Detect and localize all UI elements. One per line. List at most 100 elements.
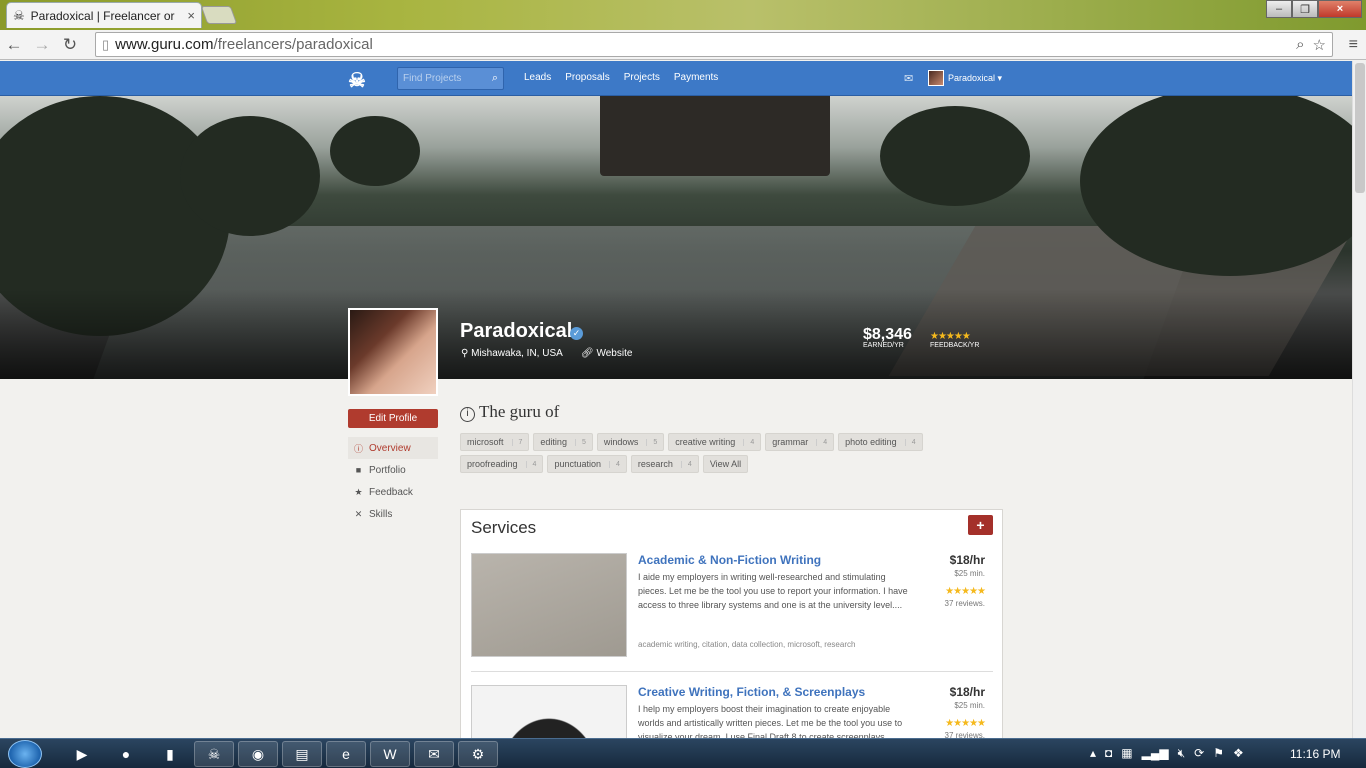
guru-logo-icon[interactable]: ☠	[348, 68, 366, 93]
browser-titlebar: ☠ Paradoxical | Freelancer or × – ❐ ×	[0, 0, 1366, 30]
skill-tag[interactable]: proofreading 4	[460, 455, 544, 473]
system-tray: ▴ ◘ ▦ ▂▄▆ 🔇︎ ⟳ ⚑ ❖	[1090, 746, 1244, 761]
taskbar-clock[interactable]: 11:16 PM	[1290, 747, 1340, 761]
skill-tag[interactable]: punctuation 4	[547, 455, 627, 473]
guru-app-icon[interactable]: ☠	[194, 741, 234, 767]
browser-toolbar: ← → ↻ ▯ www.guru.com/freelancers/paradox…	[0, 30, 1366, 60]
forward-button[interactable]: →	[28, 35, 56, 55]
device-icon[interactable]: ▮	[150, 741, 190, 767]
dropbox-icon[interactable]: ❖	[1233, 746, 1244, 761]
guru-favicon-icon: ☠	[13, 7, 25, 23]
profile-website-link[interactable]: 🔗︎ Website	[581, 348, 632, 359]
service-title-link[interactable]: Creative Writing, Fiction, & Screenplays	[638, 685, 865, 699]
back-button[interactable]: ←	[0, 35, 28, 55]
nav-link-proposals[interactable]: Proposals	[565, 72, 609, 83]
profile-location: ⚲ Mishawaka, IN, USA	[461, 348, 563, 359]
feedback-stat: ★★★★★ FEEDBACK/YR	[930, 331, 979, 349]
edit-profile-button[interactable]: Edit Profile	[348, 409, 438, 428]
minimize-button[interactable]: –	[1266, 0, 1292, 18]
volume-muted-icon[interactable]: 🔇︎	[1178, 746, 1186, 761]
skill-tag[interactable]: grammar 4	[765, 433, 835, 451]
profile-banner	[0, 96, 1352, 379]
service-description: I aide my employers in writing well-rese…	[638, 572, 908, 610]
service-reviews[interactable]: 37 reviews.	[945, 599, 985, 608]
scrollbar-thumb[interactable]	[1355, 63, 1365, 193]
skill-tag[interactable]: research 4	[630, 455, 699, 473]
service-item: Academic & Non-Fiction Writing I aide my…	[471, 553, 993, 673]
sidebar-item-feedback[interactable]: ★ Feedback	[348, 481, 438, 503]
close-window-button[interactable]: ×	[1318, 0, 1362, 18]
page-icon: ▯	[102, 36, 110, 52]
site-header: ☠ Find Projects ⌕ Leads Proposals Projec…	[0, 61, 1352, 96]
location-pin-icon: ⚲	[461, 348, 469, 359]
explorer-folder-icon[interactable]: ▤	[282, 741, 322, 767]
service-thumbnail[interactable]	[471, 553, 627, 657]
user-menu[interactable]: Paradoxical ▾	[948, 73, 1002, 84]
services-heading: Services	[471, 518, 537, 537]
update-icon[interactable]: ⟳	[1194, 746, 1204, 761]
sidebar-item-skills[interactable]: ✕ Skills	[348, 503, 438, 525]
reload-button[interactable]: ↻	[56, 35, 84, 55]
zoom-icon[interactable]: ⌕	[1296, 36, 1304, 54]
bookmark-star-icon[interactable]: ☆	[1313, 36, 1326, 54]
skill-tag[interactable]: photo editing 4	[838, 433, 923, 451]
media-player-icon[interactable]: ▶	[62, 741, 102, 767]
profile-photo	[348, 308, 438, 396]
service-rate: $18/hr	[949, 553, 985, 567]
service-tags: academic writing, citation, data collect…	[638, 640, 856, 649]
new-tab-button[interactable]	[200, 6, 238, 24]
skill-tag[interactable]: editing 5	[533, 433, 593, 451]
verified-badge-icon: ✓	[570, 327, 583, 340]
service-stars: ★★★★★	[945, 586, 986, 597]
browser-tab[interactable]: ☠ Paradoxical | Freelancer or ×	[6, 2, 202, 28]
find-projects-search[interactable]: Find Projects ⌕	[397, 67, 504, 90]
briefcase-icon: ■	[355, 465, 362, 475]
guru-of-heading: i The guru of	[460, 402, 559, 422]
search-icon[interactable]: ⌕	[492, 72, 498, 85]
info-icon: i	[460, 407, 475, 422]
add-service-button[interactable]: +	[968, 515, 993, 535]
maximize-button[interactable]: ❐	[1292, 0, 1318, 18]
action-center-flag-icon[interactable]: ⚑	[1213, 746, 1224, 761]
skill-tag[interactable]: creative writing 4	[668, 433, 762, 451]
link-icon: 🔗︎	[581, 348, 594, 359]
settings-app-icon[interactable]: ⚙	[458, 741, 498, 767]
service-title-link[interactable]: Academic & Non-Fiction Writing	[638, 553, 821, 567]
sidebar-item-overview[interactable]: ⓘ Overview	[348, 437, 438, 459]
info-icon: ⓘ	[353, 443, 363, 454]
network-icon[interactable]: ▂▄▆	[1142, 746, 1169, 761]
antivirus-icon[interactable]: ◘	[1105, 746, 1112, 761]
messenger-icon[interactable]: ✉	[414, 741, 454, 767]
sidebar-item-portfolio[interactable]: ■ Portfolio	[348, 459, 438, 481]
skill-tag[interactable]: windows 5	[596, 433, 665, 451]
page-scrollbar[interactable]	[1352, 61, 1366, 738]
internet-explorer-icon[interactable]: e	[326, 741, 366, 767]
start-button[interactable]	[8, 740, 42, 768]
clipboard-icon[interactable]: ▦	[1121, 746, 1132, 761]
user-avatar[interactable]	[928, 70, 944, 86]
tray-expand-icon[interactable]: ▴	[1090, 746, 1096, 761]
skill-tags: microsoft 7 editing 5 windows 5 creative wr…	[460, 433, 980, 473]
nav-link-payments[interactable]: Payments	[674, 72, 718, 83]
service-rate: $18/hr	[949, 685, 985, 699]
earned-stat: $8,346 EARNED/YR	[863, 326, 912, 349]
app-icon[interactable]: ●	[106, 741, 146, 767]
tab-title: Paradoxical | Freelancer or	[30, 8, 175, 23]
chrome-icon[interactable]: ◉	[238, 741, 278, 767]
address-bar[interactable]: ▯ www.guru.com/freelancers/paradoxical ⌕…	[95, 32, 1333, 57]
view-all-tags-button[interactable]: View All	[702, 455, 749, 473]
service-min: $25 min.	[954, 569, 985, 578]
search-placeholder: Find Projects	[403, 73, 462, 84]
nav-link-projects[interactable]: Projects	[624, 72, 660, 83]
url-text: www.guru.com/freelancers/paradoxical	[115, 36, 373, 53]
nav-link-leads[interactable]: Leads	[524, 72, 551, 83]
services-panel: Services + Academic & Non-Fiction Writin…	[460, 509, 1003, 768]
close-tab-icon[interactable]: ×	[187, 8, 195, 23]
feedback-stars: ★★★★★	[930, 331, 971, 342]
mail-icon[interactable]: ✉	[904, 72, 913, 85]
word-icon[interactable]: W	[370, 741, 410, 767]
skill-tag[interactable]: microsoft 7	[460, 433, 530, 451]
windows-taskbar: ▶ ● ▮ ☠ ◉ ▤ e W ✉ ⚙ ▴ ◘ ▦ ▂▄▆ 🔇︎ ⟳ ⚑ ❖ 1…	[0, 738, 1366, 768]
feedback-label: FEEDBACK/YR	[930, 342, 980, 349]
chrome-menu-icon[interactable]: ≡	[1349, 36, 1358, 54]
